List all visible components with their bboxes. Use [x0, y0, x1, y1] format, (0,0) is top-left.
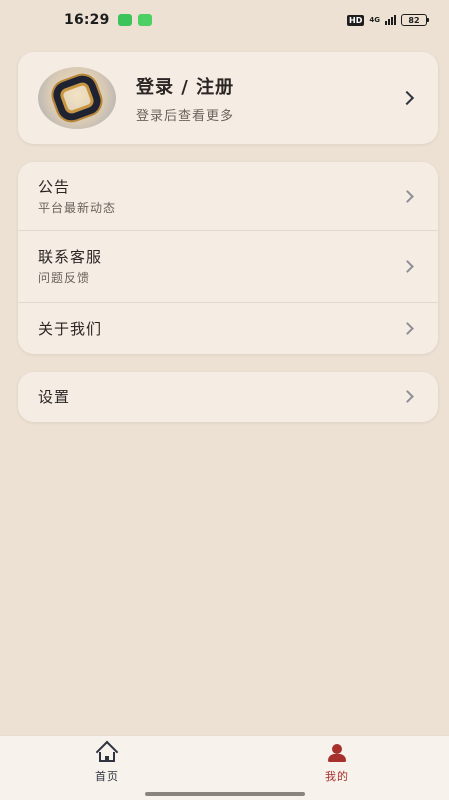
settings-card[interactable]: 设置 — [18, 372, 438, 422]
tab-mine[interactable]: 我的 — [307, 742, 367, 784]
menu-item-announcement[interactable]: 公告 平台最新动态 — [18, 162, 438, 230]
login-register-subtitle: 登录后查看更多 — [136, 108, 235, 124]
avatar — [38, 67, 116, 129]
chevron-right-icon — [401, 390, 414, 403]
login-register-title: 登录 / 注册 — [136, 76, 235, 98]
avatar-logo-icon — [49, 71, 105, 125]
message-icon — [137, 14, 152, 26]
menu-item-settings[interactable]: 设置 — [18, 372, 438, 422]
battery-level: 82 — [408, 15, 420, 25]
battery-icon: 82 — [401, 14, 429, 26]
tab-home[interactable]: 首页 — [77, 740, 137, 784]
hd-badge: HD — [347, 14, 365, 26]
chevron-right-icon — [399, 90, 415, 106]
chevron-right-icon — [401, 260, 414, 273]
menu-item-customer-service[interactable]: 联系客服 问题反馈 — [18, 231, 438, 302]
menu-item-title: 设置 — [38, 388, 71, 406]
menu-item-subtitle: 平台最新动态 — [38, 201, 117, 215]
status-bar: 16:29 HD 4G 82 — [0, 0, 449, 40]
profile-text: 登录 / 注册 登录后查看更多 — [136, 73, 234, 124]
chevron-right-icon — [401, 190, 414, 203]
status-indicators: HD 4G 82 — [347, 14, 429, 26]
chevron-right-icon — [401, 322, 414, 335]
tab-mine-label: 我的 — [325, 770, 349, 783]
signal-icon — [385, 15, 396, 25]
home-icon — [77, 740, 137, 764]
network-type: 4G — [369, 16, 380, 24]
login-register-card[interactable]: 登录 / 注册 登录后查看更多 — [18, 52, 438, 144]
home-indicator[interactable] — [145, 792, 305, 796]
menu-item-subtitle: 问题反馈 — [38, 271, 91, 285]
tab-home-label: 首页 — [95, 770, 119, 783]
bottom-nav: 首页 我的 — [0, 735, 449, 800]
menu-card: 公告 平台最新动态 联系客服 问题反馈 关于我们 — [18, 162, 438, 354]
menu-item-title: 公告 — [38, 178, 71, 196]
user-icon — [307, 742, 367, 764]
menu-item-about-us[interactable]: 关于我们 — [18, 303, 438, 354]
phone-icon — [117, 14, 132, 26]
menu-item-title: 关于我们 — [38, 320, 103, 338]
menu-item-title: 联系客服 — [38, 248, 103, 266]
status-time: 16:29 — [64, 12, 110, 28]
screen: 16:29 HD 4G 82 登录 / 注册 登录后查看更多 公告 平台最新动态 — [0, 0, 449, 800]
